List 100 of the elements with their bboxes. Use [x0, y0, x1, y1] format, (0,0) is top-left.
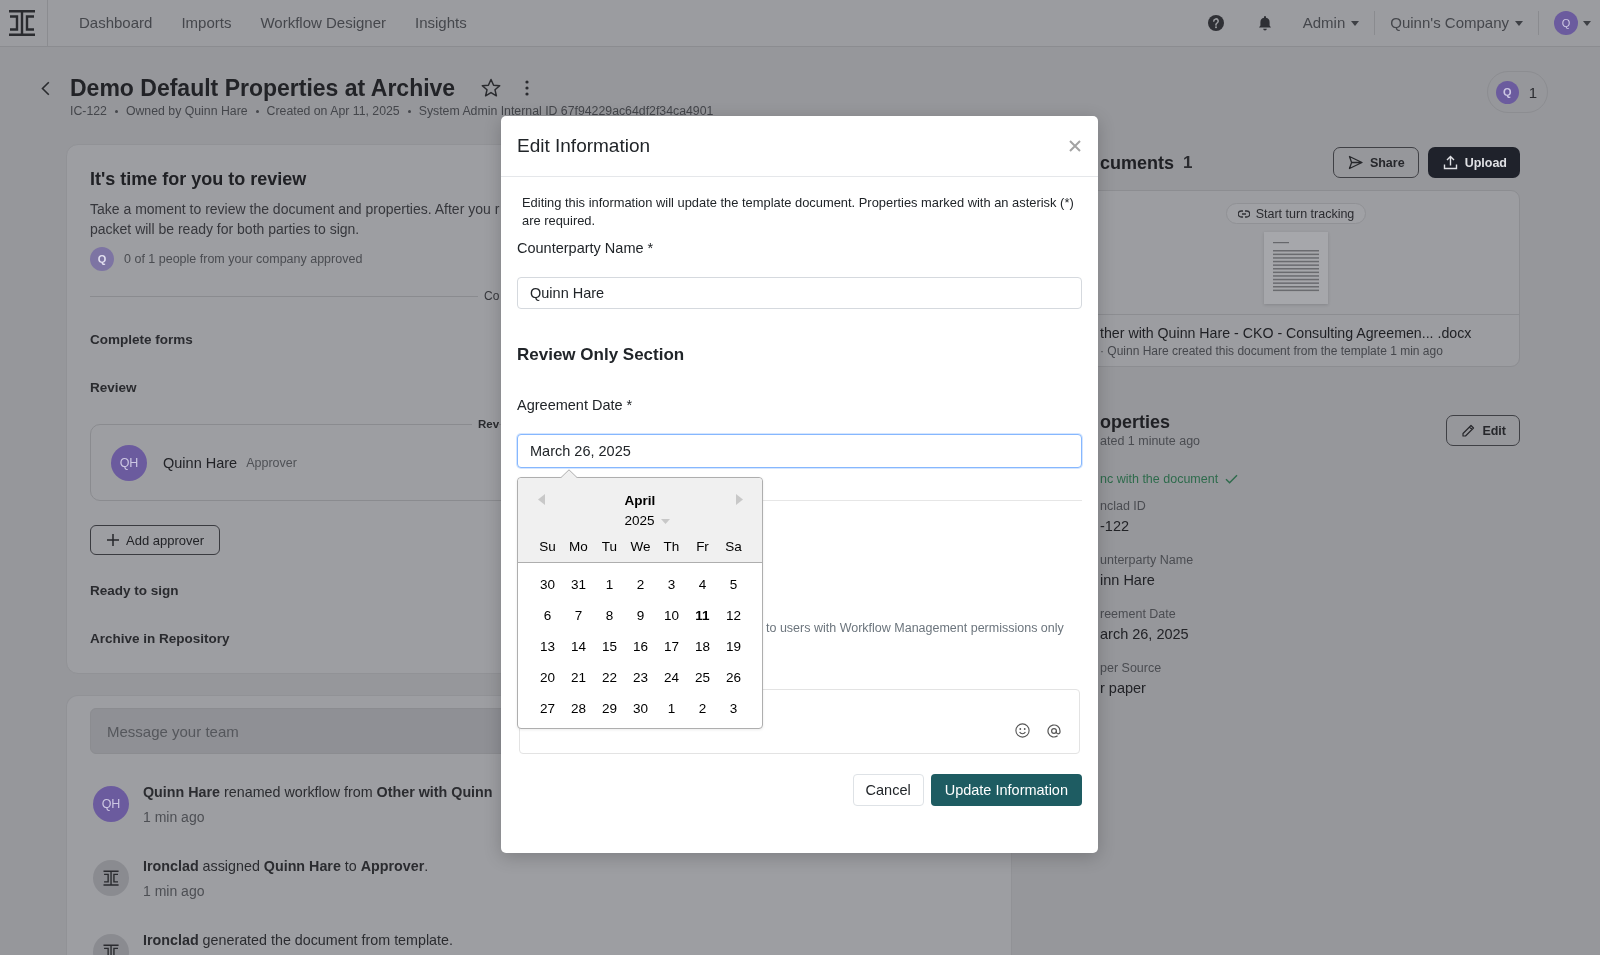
property-value: arch 26, 2025	[1100, 625, 1189, 644]
approver-avatar: QH	[111, 444, 147, 481]
updated-time: ated 1 minute ago	[1100, 433, 1201, 449]
caret-down-icon	[1515, 20, 1523, 26]
plus-icon	[107, 534, 119, 546]
edit-button[interactable]: Edit	[1446, 415, 1520, 446]
caret-down-icon[interactable]	[1583, 20, 1591, 26]
calendar-day[interactable]: 16	[627, 633, 654, 660]
calendar-day[interactable]: 30	[627, 695, 654, 722]
calendar-day[interactable]: 7	[565, 602, 592, 629]
start-turn-tracking-button[interactable]: Start turn tracking	[1225, 203, 1367, 224]
calendar-day[interactable]: 19	[720, 633, 747, 660]
update-information-button[interactable]: Update Information	[930, 774, 1082, 806]
calendar-day[interactable]: 15	[596, 633, 623, 660]
calendar-day[interactable]: 23	[627, 664, 654, 691]
step-title: Review	[90, 379, 137, 397]
calendar-day[interactable]: 5	[720, 571, 747, 598]
activity-text: Quinn Hare renamed workflow from Other with Quinn	[143, 783, 493, 802]
calendar-day[interactable]: 20	[534, 664, 561, 691]
approver-name: Quinn Hare	[163, 454, 238, 471]
at-sign-icon[interactable]	[1047, 724, 1061, 738]
document-filename[interactable]: ther with Quinn Hare - CKO - Consulting Agreemen... .docx	[1100, 323, 1472, 343]
paper-plane-icon	[1347, 155, 1363, 170]
calendar-day[interactable]: 18	[689, 633, 716, 660]
calendar-day[interactable]: 30	[534, 571, 561, 598]
calendar-day[interactable]: 1	[658, 695, 685, 722]
step-title: Ready to sign	[90, 582, 179, 600]
calendar-day[interactable]: 12	[720, 602, 747, 629]
viewer-count: 1	[1528, 83, 1537, 101]
logo-icon[interactable]	[9, 9, 35, 37]
calendar-day[interactable]: 26	[720, 664, 747, 691]
bell-icon[interactable]	[1256, 14, 1273, 32]
calendar-day[interactable]: 3	[658, 571, 685, 598]
calendar-day[interactable]: 4	[689, 571, 716, 598]
calendar-day[interactable]: 8	[596, 602, 623, 629]
section-heading: Review Only Section	[517, 344, 685, 366]
logo-avatar-icon	[93, 860, 129, 896]
property-label: per Source	[1100, 660, 1162, 676]
calendar-day[interactable]: 2	[627, 571, 654, 598]
help-icon[interactable]	[1207, 15, 1224, 31]
calendar-day[interactable]: 13	[534, 633, 561, 660]
text-field[interactable]: Quinn Hare	[517, 277, 1082, 309]
upload-icon	[1442, 155, 1458, 170]
sync-status: nc with the document	[1100, 471, 1219, 487]
weekday-label: Mo	[568, 538, 589, 556]
review-description: Take a moment to review the document and properties. After you r packet will be ready for both parties to sign.	[90, 200, 500, 239]
calendar-day[interactable]: 10	[658, 602, 685, 629]
calendar-day[interactable]: 1	[596, 571, 623, 598]
upload-button[interactable]: Upload	[1427, 147, 1520, 178]
share-button[interactable]: Share	[1332, 147, 1419, 178]
calendar-day[interactable]: 17	[658, 633, 685, 660]
timestamp: 1 min ago	[143, 808, 206, 827]
calendar-day[interactable]: 9	[627, 602, 654, 629]
field-label: Counterparty Name *	[517, 239, 654, 258]
calendar-day[interactable]: 3	[720, 695, 747, 722]
step-title: Complete forms	[90, 331, 193, 349]
meta-text: Created on Apr 11, 2025	[266, 103, 400, 119]
calendar-day[interactable]: 28	[565, 695, 592, 722]
section-title: operties	[1100, 411, 1172, 433]
calendar-day[interactable]: 2	[689, 695, 716, 722]
permission-note: to users with Workflow Management permissions only	[766, 620, 1064, 636]
property-value: -122	[1100, 517, 1130, 536]
meta-text: IC-122	[70, 103, 107, 119]
separator-dot-icon	[255, 109, 259, 113]
separator-dot-icon	[114, 109, 118, 113]
calendar-day[interactable]: 24	[658, 664, 685, 691]
star-icon[interactable]	[481, 78, 502, 98]
approval-status: 0 of 1 people from your company approved	[124, 252, 363, 266]
calendar-day[interactable]: 22	[596, 664, 623, 691]
calendar-day[interactable]: 29	[596, 695, 623, 722]
calendar-day[interactable]: 21	[565, 664, 592, 691]
divider-label: Co	[484, 289, 500, 303]
property-label: unterparty Name	[1100, 552, 1194, 568]
chevron-left-icon[interactable]	[41, 81, 50, 96]
nav-menu[interactable]: Quinn's Company	[1390, 13, 1523, 33]
calendar-day[interactable]: 27	[534, 695, 561, 722]
dialog-description: Editing this information will update the template document. Properties marked with an asterisk (*) are required.	[521, 194, 1075, 229]
calendar-day[interactable]: 11	[689, 602, 716, 629]
property-value: inn Hare	[1100, 571, 1155, 590]
timestamp: 1 min ago	[143, 882, 206, 901]
document-caption: · Quinn Hare created this document from the template 1 min ago	[1100, 343, 1443, 359]
year-dropdown[interactable]: 2025	[610, 511, 670, 531]
cancel-button[interactable]: Cancel	[852, 774, 924, 806]
activity-text: Ironclad assigned Quinn Hare to Approver.	[143, 857, 429, 876]
field-label: Agreement Date *	[517, 396, 633, 415]
calendar-day[interactable]: 25	[689, 664, 716, 691]
calendar-day[interactable]: 14	[565, 633, 592, 660]
link-icon	[1237, 209, 1250, 218]
page-title: Demo Default Properties at Archive	[70, 74, 456, 102]
weekday-label: Fr	[695, 538, 710, 556]
approver-role: Approver	[246, 455, 297, 470]
date-field[interactable]: March 26, 2025	[517, 434, 1082, 468]
viewer-avatar: Q	[1495, 80, 1519, 104]
smiley-icon[interactable]	[1015, 723, 1030, 738]
card-title: It's time for you to review	[90, 168, 307, 190]
kebab-menu-icon[interactable]	[525, 80, 530, 96]
calendar-day[interactable]: 31	[565, 571, 592, 598]
add-approver-button[interactable]: Add approver	[90, 525, 221, 555]
calendar-day[interactable]: 6	[534, 602, 561, 629]
user-avatar[interactable]: Q	[1554, 11, 1578, 35]
